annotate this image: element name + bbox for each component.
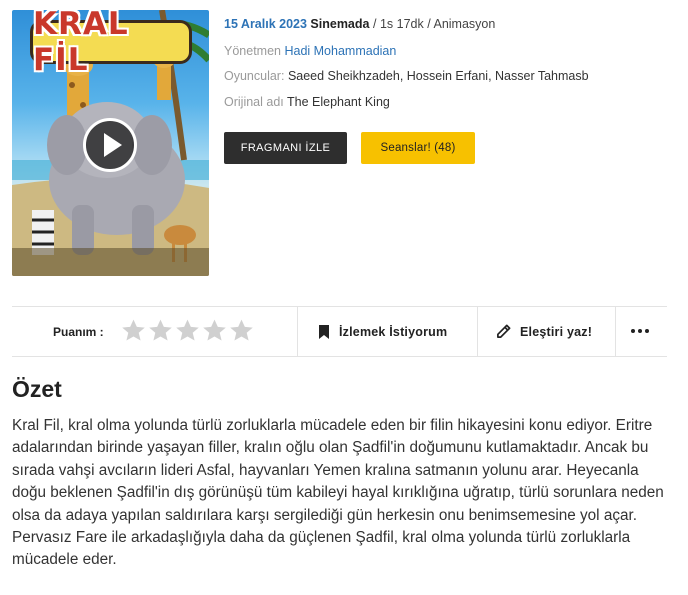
watchlist-button[interactable]: İzlemek İstiyorum (318, 307, 447, 356)
director-link[interactable]: Hadi Mohammadian (284, 44, 396, 58)
star-icon[interactable] (121, 318, 146, 343)
more-icon (645, 329, 649, 333)
write-review-label: Eleştiri yaz! (520, 324, 593, 339)
rating-label: Puanım : (53, 325, 104, 339)
star-icon[interactable] (202, 318, 227, 343)
pencil-icon (497, 324, 511, 338)
original-title: The Elephant King (287, 95, 390, 109)
director-row: Yönetmen Hadi Mohammadian (224, 44, 396, 58)
bookmark-icon (319, 324, 329, 339)
write-review-button[interactable]: Eleştiri yaz! (496, 307, 592, 356)
cast-list[interactable]: Saeed Sheikhzadeh, Hossein Erfani, Nasse… (288, 69, 589, 83)
more-icon (638, 329, 642, 333)
divider (477, 307, 478, 356)
movie-poster[interactable]: KRAL FİL (12, 10, 209, 276)
duration: 1s 17dk (379, 17, 424, 31)
summary-heading: Özet (12, 376, 62, 402)
original-title-label: Orijinal adı (224, 95, 284, 109)
release-date[interactable]: 15 Aralık 2023 (224, 17, 307, 31)
separator: / (427, 17, 431, 31)
rating-stars[interactable] (121, 318, 254, 343)
release-info: 15 Aralık 2023 Sinemada / 1s 17dk / Anim… (224, 17, 495, 31)
divider (297, 307, 298, 356)
star-icon[interactable] (229, 318, 254, 343)
cast-row: Oyuncular: Saeed Sheikhzadeh, Hossein Er… (224, 69, 589, 83)
watch-trailer-button[interactable]: FRAGMANI İZLE (224, 132, 347, 164)
play-icon (103, 133, 122, 157)
separator: / (372, 17, 377, 31)
more-options-button[interactable] (631, 329, 649, 333)
more-icon (631, 329, 635, 333)
star-icon[interactable] (175, 318, 200, 343)
play-trailer-button[interactable] (83, 118, 137, 172)
genre[interactable]: Animasyon (433, 17, 495, 31)
watchlist-label: İzlemek İstiyorum (339, 324, 448, 339)
star-icon[interactable] (148, 318, 173, 343)
summary-text: Kral Fil, kral olma yolunda türlü zorluk… (12, 417, 664, 569)
release-location: Sinemada (310, 17, 370, 31)
cast-label: Oyuncular: (224, 69, 285, 83)
divider (615, 307, 616, 356)
director-label: Yönetmen (224, 44, 281, 58)
action-bar: Puanım : İzlemek İstiyorum Eleştiri yaz! (12, 306, 667, 357)
poster-title: KRAL FİL (30, 10, 192, 78)
sessions-button[interactable]: Seanslar! (48) (361, 132, 475, 164)
original-title-row: Orijinal adı The Elephant King (224, 95, 390, 109)
